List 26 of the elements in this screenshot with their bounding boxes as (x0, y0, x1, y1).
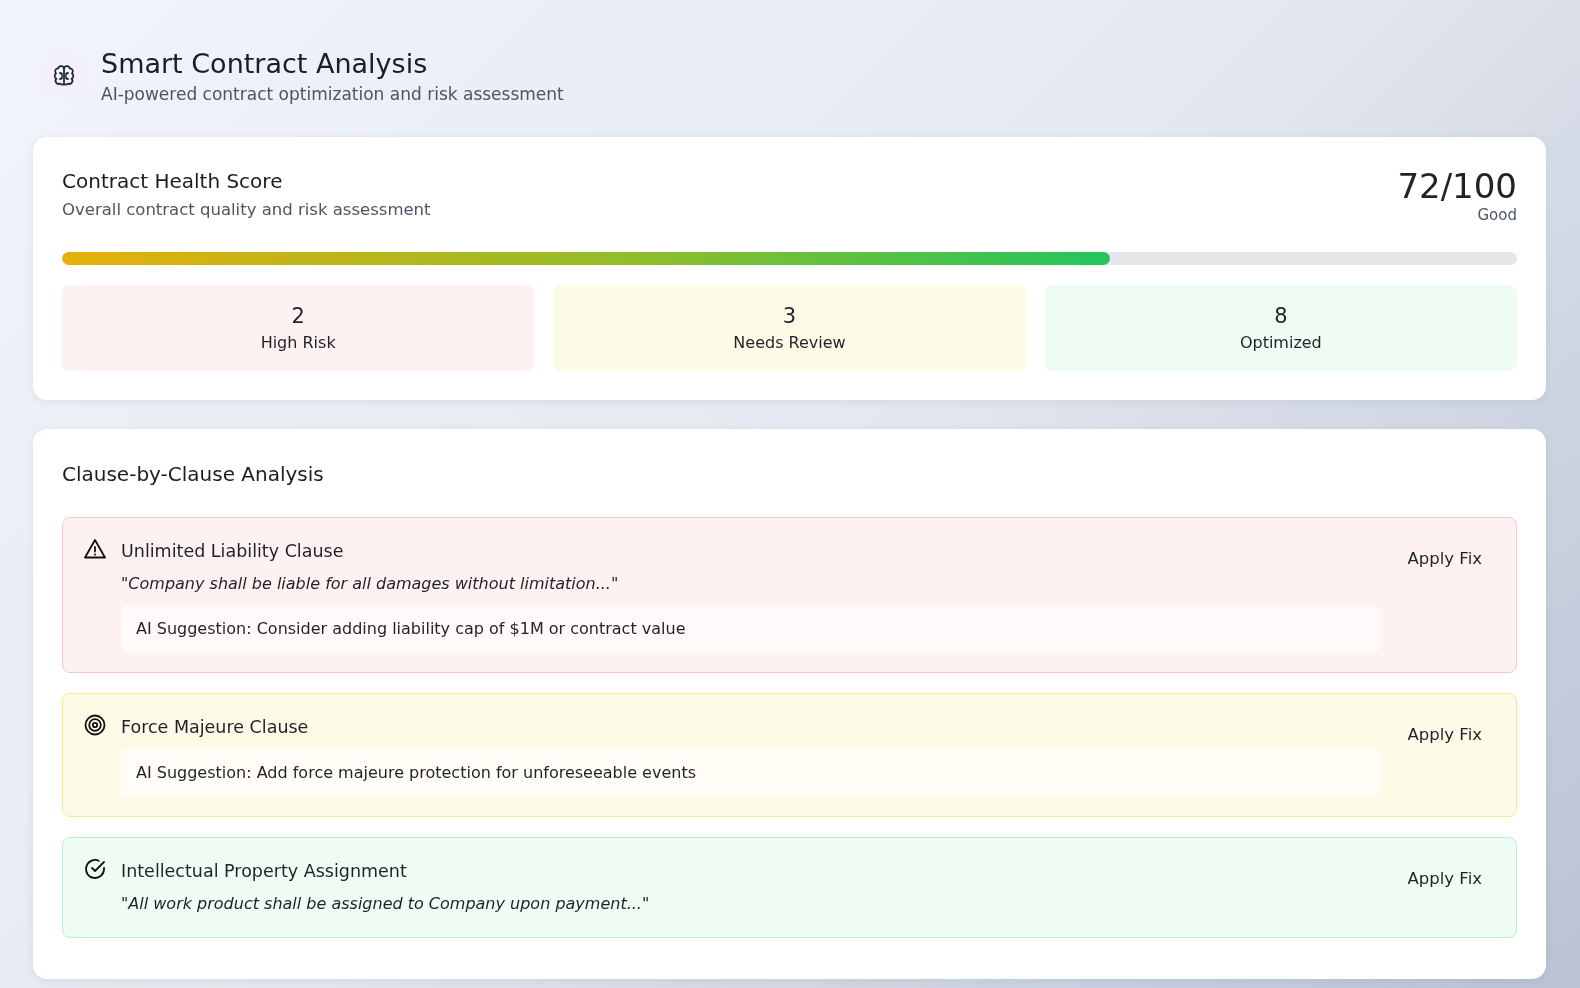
section-title: Clause-by-Clause Analysis (62, 461, 325, 488)
stat-value: 3 (781, 303, 798, 329)
apply-fix-button[interactable]: Apply Fix (1407, 713, 1482, 756)
stat-label: High Risk (259, 332, 337, 354)
page-title: Smart Contract Analysis (101, 47, 429, 81)
card-title: Contract Health Score (62, 168, 284, 195)
brain-icon (52, 64, 76, 88)
stat-label: Needs Review (732, 332, 847, 354)
clause-quote: "All work product shall be assigned to Company upon payment..." (121, 893, 651, 915)
apply-fix-button[interactable]: Apply Fix (1407, 857, 1482, 900)
ai-suggestion: AI Suggestion: Add force majeure protection for unforeseeable events (121, 749, 1380, 796)
score-rating: Good (1476, 206, 1517, 224)
stat-value: 2 (290, 303, 306, 329)
clause-title: Force Majeure Clause (121, 716, 310, 739)
target-icon (83, 713, 107, 737)
stat-value: 8 (1273, 303, 1289, 329)
health-score: 72/100 (1397, 166, 1517, 206)
stat-label: Optimized (1238, 332, 1323, 354)
card-subtitle: Overall contract quality and risk assessment (62, 199, 431, 221)
ai-suggestion: AI Suggestion: Consider adding liability cap of $1M or contract value (121, 605, 1380, 652)
clause-title: Unlimited Liability Clause (121, 540, 345, 563)
clause-quote: "Company shall be liable for all damages without limitation..." (121, 573, 620, 595)
warning-icon (83, 537, 107, 561)
page-subtitle: AI-powered contract optimization and risk assessment (101, 83, 564, 106)
clause-title: Intellectual Property Assignment (121, 860, 408, 883)
apply-fix-button[interactable]: Apply Fix (1407, 537, 1482, 580)
